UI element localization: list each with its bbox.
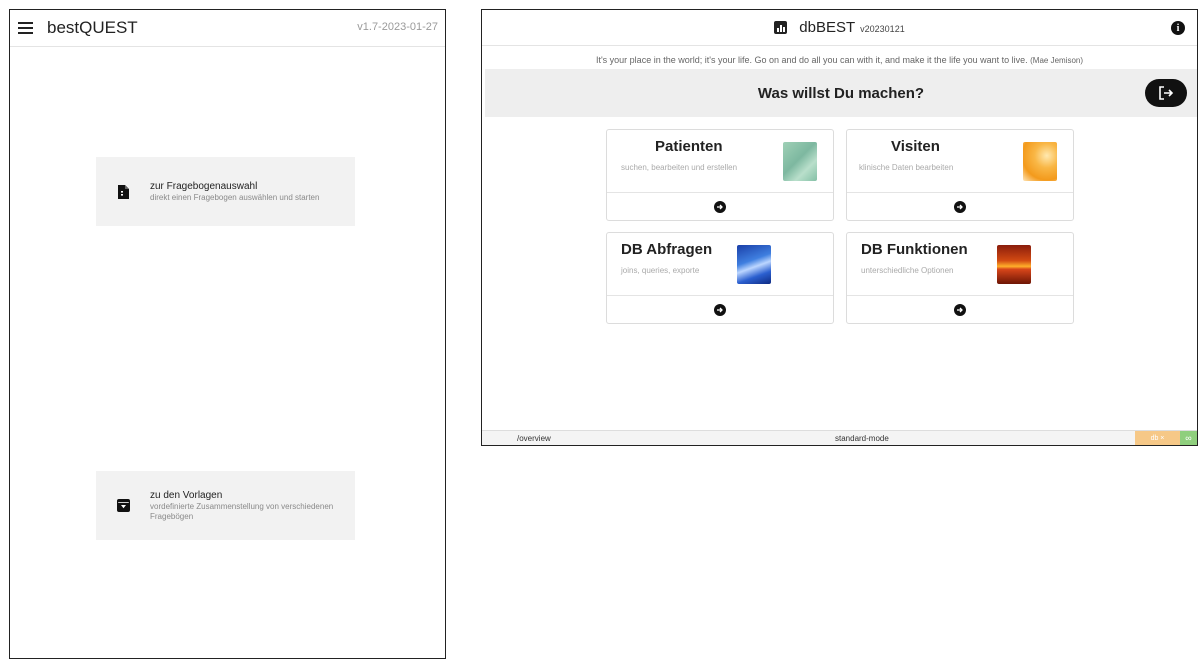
app-version: v20230121 (860, 24, 905, 34)
app-title: dbBEST (799, 19, 856, 36)
mode-label: standard-mode (835, 434, 889, 443)
card-title: zu den Vorlagen (150, 489, 223, 501)
document-icon (96, 184, 150, 199)
info-icon[interactable]: i (1171, 21, 1185, 35)
blue-abstract-image (737, 245, 771, 284)
questionnaire-selection-card[interactable]: zur Fragebogenauswahl direkt einen Frage… (96, 157, 355, 226)
card-subtitle: joins, queries, exporte (621, 266, 700, 275)
card-title: DB Funktionen (861, 241, 968, 258)
bar-chart-icon (774, 21, 788, 34)
db-functions-card[interactable]: DB Funktionen unterschiedliche Optionen (846, 232, 1074, 324)
green-texture-image (783, 142, 817, 181)
card-subtitle: suchen, bearbeiten und erstellen (621, 163, 738, 172)
infinity-badge[interactable]: ∞ (1180, 431, 1197, 445)
card-subtitle: klinische Daten bearbeiten (859, 163, 954, 172)
logout-icon (1159, 86, 1174, 100)
arrow-right-icon (714, 304, 726, 316)
quote: It's your place in the world; it's your … (482, 55, 1197, 67)
app-title: bestQUEST (47, 18, 138, 37)
card-title: zur Fragebogenauswahl (150, 180, 258, 192)
orange-slice-image (1023, 142, 1057, 181)
hamburger-menu-icon[interactable] (18, 22, 33, 34)
card-title: Visiten (891, 138, 940, 155)
quote-author: (Mae Jemison) (1030, 56, 1084, 65)
sunset-image (997, 245, 1031, 284)
dbbest-header: dbBEST v20230121 i (482, 10, 1197, 46)
bestquest-header: bestQUEST v1.7-2023-01-27 (10, 10, 445, 47)
archive-icon (96, 499, 150, 512)
open-db-queries-button[interactable] (607, 296, 833, 324)
card-title: DB Abfragen (621, 241, 713, 258)
app-version: v1.7-2023-01-27 (357, 21, 438, 33)
dbbest-window: dbBEST v20230121 i It's your place in th… (481, 9, 1198, 446)
card-subtitle: unterschiedliche Optionen (861, 266, 954, 275)
infinity-label: ∞ (1185, 433, 1192, 443)
open-db-functions-button[interactable] (847, 296, 1073, 324)
open-patients-button[interactable] (607, 193, 833, 221)
card-description: direkt einen Fragebogen auswählen und st… (150, 192, 320, 202)
logout-button[interactable] (1145, 79, 1187, 107)
arrow-right-icon (954, 201, 966, 213)
db-status-label: db × (1150, 434, 1165, 442)
patients-card[interactable]: Patienten suchen, bearbeiten und erstell… (606, 129, 834, 221)
status-bar: /overview standard-mode db × ∞ (482, 430, 1197, 445)
db-status-badge[interactable]: db × (1135, 431, 1180, 445)
arrow-right-icon (714, 201, 726, 213)
db-queries-card[interactable]: DB Abfragen joins, queries, exporte (606, 232, 834, 324)
arrow-right-icon (954, 304, 966, 316)
open-visits-button[interactable] (847, 193, 1073, 221)
templates-card[interactable]: zu den Vorlagen vordefinierte Zusammenst… (96, 471, 355, 540)
quote-text: It's your place in the world; it's your … (595, 55, 1028, 65)
card-description: vordefinierte Zusammenstellung von versc… (150, 501, 334, 521)
bestquest-window: bestQUEST v1.7-2023-01-27 zur Fragebogen… (9, 9, 446, 659)
banner-title: Was willst Du machen? (757, 84, 925, 102)
banner: Was willst Du machen? (485, 69, 1197, 117)
route-path: /overview (517, 434, 551, 443)
visits-card[interactable]: Visiten klinische Daten bearbeiten (846, 129, 1074, 221)
card-title: Patienten (655, 138, 723, 155)
